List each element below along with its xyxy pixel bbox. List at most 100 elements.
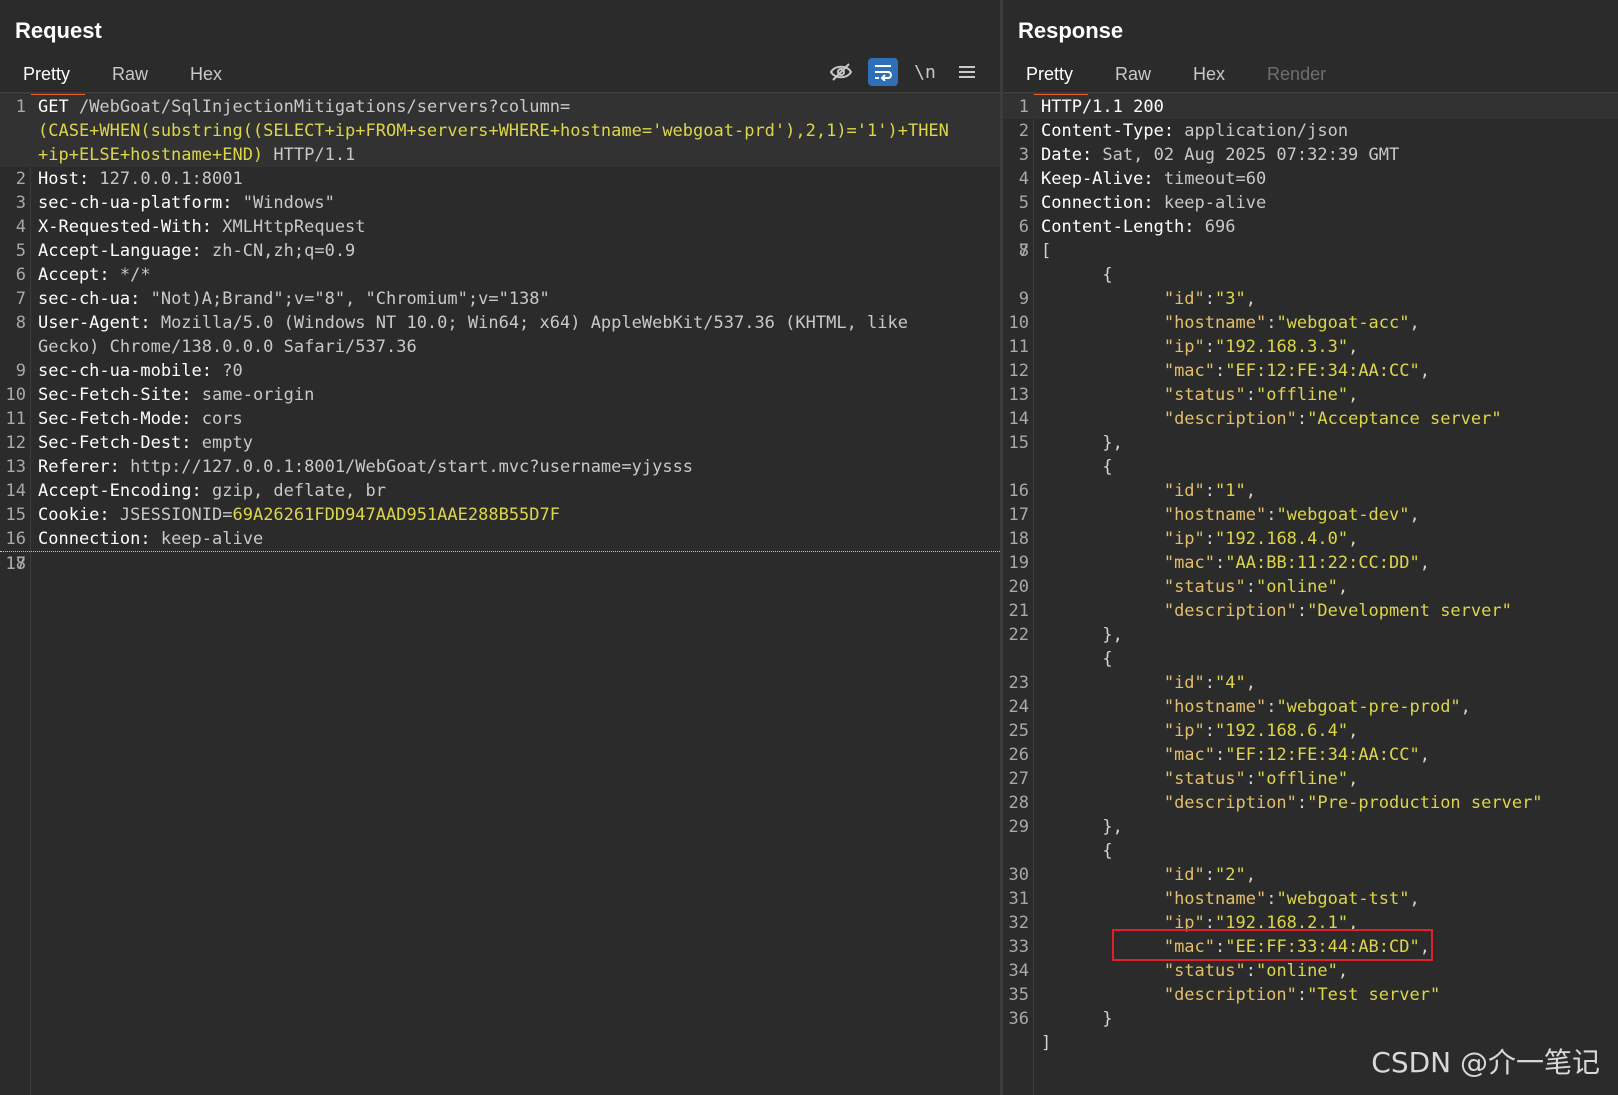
line-number: 17 — [1008, 505, 1029, 525]
json-comma: , — [1419, 361, 1430, 381]
line-number: 14 — [1008, 409, 1029, 429]
cookie-value: 69A26261FDD947AAD951AAE288B55D7F — [232, 505, 560, 525]
json-value: "webgoat-tst" — [1276, 889, 1410, 909]
header-value: same-origin — [191, 385, 315, 405]
line-number: 4 — [15, 217, 26, 237]
json-punct: }, — [1041, 433, 1123, 453]
json-key: "hostname" — [1163, 697, 1267, 717]
header-value: "Not)A;Brand";v="8", "Chromium";v="138" — [140, 289, 550, 309]
eye-slash-icon[interactable] — [826, 58, 856, 86]
response-tab-pretty[interactable]: Pretty — [1011, 60, 1089, 95]
json-punct: { — [1041, 265, 1113, 285]
line-text: "id":"2", — [1003, 863, 1618, 887]
request-editor[interactable]: 1 GET /WebGoat/SqlInjectionMitigations/se… — [0, 95, 1000, 574]
request-pane: Request Pretty Raw Hex \n 1 GET /WebGoat/… — [0, 0, 1000, 1095]
response-tab-hex[interactable]: Hex — [1178, 60, 1240, 92]
request-line: 2 Host: 127.0.0.1:8001 — [0, 167, 1000, 191]
response-editor[interactable]: 1 HTTP/1.1 200 2 Content-Type: application/… — [1003, 95, 1618, 1055]
line-text: "description":"Acceptance server" — [1003, 407, 1618, 431]
line-text: "status":"online", — [1003, 959, 1618, 983]
json-comma: , — [1409, 313, 1420, 333]
response-tab-render[interactable]: Render — [1252, 60, 1341, 92]
header-value: gzip, deflate, br — [201, 481, 386, 501]
response-line: 31 "hostname":"webgoat-tst", — [1003, 887, 1618, 911]
request-line: 4 X-Requested-With: XMLHttpRequest — [0, 215, 1000, 239]
response-line: 9 "id":"3", — [1003, 287, 1618, 311]
line-text: "ip":"192.168.3.3", — [1003, 335, 1618, 359]
json-comma: , — [1409, 889, 1420, 909]
json-colon: : — [1296, 985, 1308, 1005]
line-text: Gecko) Chrome/138.0.0.0 Safari/537.36 — [0, 335, 1000, 359]
json-colon: : — [1204, 673, 1216, 693]
response-line: 15 }, — [1003, 431, 1618, 455]
json-colon: : — [1245, 961, 1256, 981]
json-colon: : — [1204, 865, 1216, 885]
request-tabs: Pretty Raw Hex — [8, 60, 249, 95]
line-text: "id":"3", — [1003, 287, 1618, 311]
line-number: 6 — [15, 265, 26, 285]
header-name: Content-Type: — [1041, 121, 1175, 141]
json-comma: , — [1348, 385, 1359, 405]
response-line: 26 "mac":"EF:12:FE:34:AA:CC", — [1003, 743, 1618, 767]
json-key: "mac" — [1163, 553, 1216, 573]
request-line: 11 Sec-Fetch-Mode: cors — [0, 407, 1000, 431]
line-number: 11 — [5, 409, 26, 429]
menu-icon[interactable] — [952, 58, 982, 86]
response-line: 35 "description":"Test server" — [1003, 983, 1618, 1007]
json-comma: , — [1337, 577, 1349, 597]
line-text: HTTP/1.1 200 — [1003, 95, 1618, 119]
json-key: "status" — [1163, 577, 1246, 597]
json-value: "4" — [1215, 673, 1246, 693]
line-text: "hostname":"webgoat-tst", — [1003, 887, 1618, 911]
line-text: Sec-Fetch-Dest: empty — [0, 431, 1000, 455]
json-key: "id" — [1163, 673, 1205, 693]
header-name: Accept: — [38, 265, 110, 285]
json-value: "EF:12:FE:34:AA:CC" — [1225, 361, 1420, 381]
request-toolbar: \n — [826, 58, 982, 86]
response-line: 29 }, — [1003, 815, 1618, 839]
response-line: 12 "mac":"EF:12:FE:34:AA:CC", — [1003, 359, 1618, 383]
request-line: 3 sec-ch-ua-platform: "Windows" — [0, 191, 1000, 215]
header-name: Sec-Fetch-Dest: — [38, 433, 192, 453]
response-tab-raw[interactable]: Raw — [1100, 60, 1166, 92]
request-line: 6 Accept: */* — [0, 263, 1000, 287]
json-value: "online" — [1255, 961, 1338, 981]
request-line: Gecko) Chrome/138.0.0.0 Safari/537.36 — [0, 335, 1000, 359]
json-colon: : — [1245, 769, 1256, 789]
request-tab-hex[interactable]: Hex — [175, 60, 237, 92]
json-key: "status" — [1163, 385, 1246, 405]
line-text: +ip+ELSE+hostname+END) HTTP/1.1 — [0, 143, 1000, 167]
line-text: { — [1003, 263, 1618, 287]
request-tab-raw[interactable]: Raw — [97, 60, 163, 92]
request-line: 9 sec-ch-ua-mobile: ?0 — [0, 359, 1000, 383]
wrap-lines-icon[interactable] — [868, 58, 898, 86]
json-key: "id" — [1163, 865, 1205, 885]
line-number: 21 — [1008, 601, 1029, 621]
line-text: "mac":"EF:12:FE:34:AA:CC", — [1003, 359, 1618, 383]
json-value: "webgoat-acc" — [1276, 313, 1410, 333]
response-line: 28 "description":"Pre-production server" — [1003, 791, 1618, 815]
line-text: Referer: http://127.0.0.1:8001/WebGoat/s… — [0, 455, 1000, 479]
header-name: Sec-Fetch-Site: — [38, 385, 192, 405]
line-text: "ip":"192.168.6.4", — [1003, 719, 1618, 743]
request-tab-pretty[interactable]: Pretty — [8, 60, 86, 95]
json-value: "webgoat-dev" — [1276, 505, 1410, 525]
header-value: application/json — [1174, 121, 1349, 141]
json-value: "1" — [1215, 481, 1246, 501]
json-key: "hostname" — [1163, 505, 1267, 525]
json-value: "192.168.6.4" — [1215, 721, 1349, 741]
line-text: User-Agent: Mozilla/5.0 (Windows NT 10.0… — [0, 311, 1000, 335]
header-value: /WebGoat/SqlInjectionMitigations/servers… — [68, 97, 571, 117]
json-colon: : — [1266, 313, 1277, 333]
request-line: +ip+ELSE+hostname+END) HTTP/1.1 — [0, 143, 1000, 167]
line-number: 13 — [5, 457, 26, 477]
json-colon: : — [1266, 889, 1277, 909]
newline-toggle-button[interactable]: \n — [910, 58, 940, 86]
line-number: 29 — [1008, 817, 1029, 837]
